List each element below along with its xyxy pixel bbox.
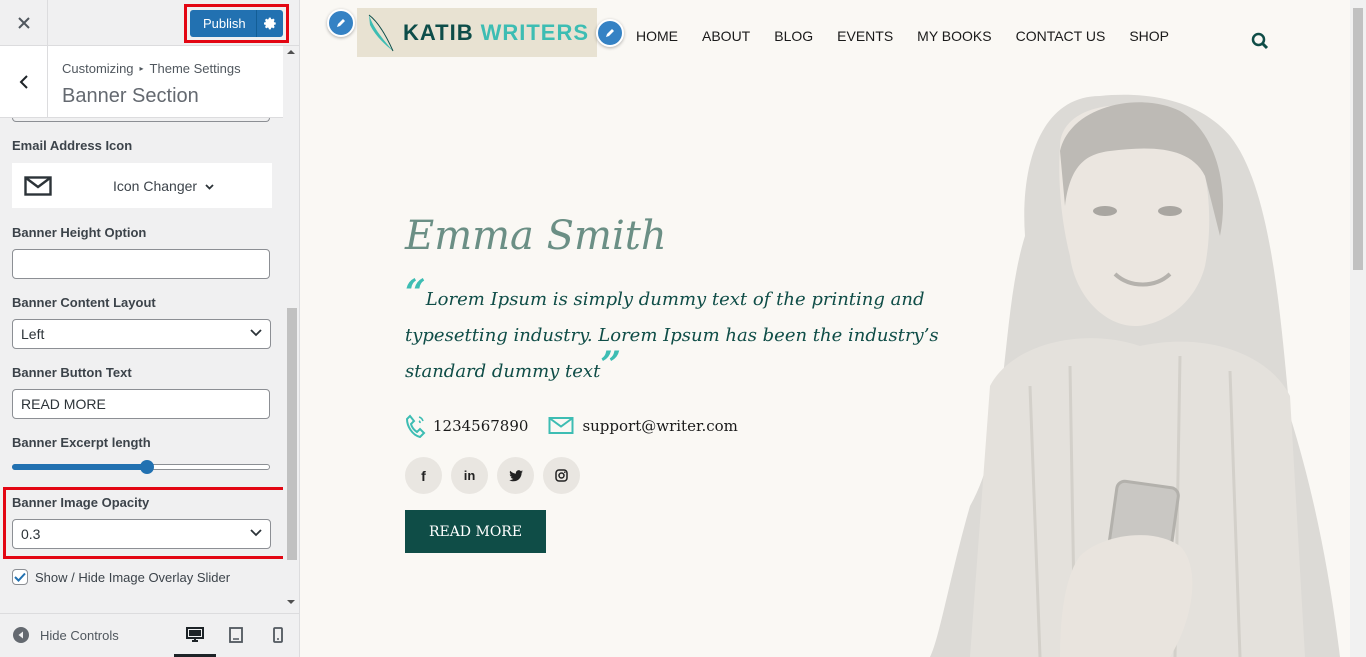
content-layout-value: Left	[21, 326, 45, 342]
hero-name: Emma Smith	[405, 213, 667, 259]
publish-label: Publish	[203, 16, 246, 31]
twitter-icon[interactable]	[497, 457, 534, 494]
nav-shop[interactable]: SHOP	[1129, 28, 1169, 44]
nav-about[interactable]: ABOUT	[702, 28, 750, 44]
close-icon	[17, 17, 30, 29]
breadcrumb-current: Theme Settings	[149, 61, 241, 76]
email-icon-changer[interactable]: Icon Changer	[12, 163, 272, 208]
envelope-icon	[548, 417, 574, 434]
social-links: f in	[405, 457, 589, 494]
tablet-icon	[229, 627, 243, 643]
nav-contact-us[interactable]: CONTACT US	[1016, 28, 1106, 44]
hide-controls-button[interactable]: Hide Controls	[13, 627, 119, 643]
mobile-icon	[273, 627, 283, 643]
section-header: Customizing ▸ Theme Settings Banner Sectio…	[0, 46, 283, 118]
content-layout-label: Banner Content Layout	[12, 295, 156, 310]
email-address[interactable]: support@writer.com	[582, 417, 737, 435]
chevron-left-icon	[19, 75, 28, 89]
checkmark-icon	[14, 572, 26, 582]
section-title: Banner Section	[62, 85, 199, 107]
hero-quote-text: Lorem Ipsum is simply dummy text of the …	[405, 289, 939, 382]
banner-height-label: Banner Height Option	[12, 225, 147, 240]
read-more-button[interactable]: READ MORE	[405, 510, 546, 553]
sidebar-scrollbar[interactable]	[283, 46, 299, 613]
logo-word-2: WRITERS	[480, 19, 590, 45]
edit-shortcut-logo-button[interactable]	[327, 9, 355, 37]
previous-field-edge	[12, 118, 270, 122]
scrollbar-thumb[interactable]	[287, 308, 297, 560]
collapse-arrow-icon	[13, 627, 29, 643]
publish-highlight-box: Publish	[184, 4, 289, 43]
chevron-down-icon	[250, 529, 262, 537]
gear-icon	[263, 17, 276, 30]
open-quote-icon: “	[405, 272, 426, 314]
hide-controls-label: Hide Controls	[40, 627, 119, 643]
slider-fill	[12, 464, 146, 470]
primary-navigation: HOME ABOUT BLOG EVENTS MY BOOKS CONTACT …	[636, 28, 1193, 44]
close-customizer-button[interactable]	[0, 0, 48, 46]
scroll-down-arrow-icon[interactable]	[287, 600, 295, 604]
nav-events[interactable]: EVENTS	[837, 28, 893, 44]
nav-home[interactable]: HOME	[636, 28, 678, 44]
scroll-up-arrow-icon[interactable]	[287, 50, 295, 54]
phone-number[interactable]: 1234567890	[433, 417, 528, 435]
overlay-checkbox-label: Show / Hide Image Overlay Slider	[35, 569, 231, 585]
hero-quote: “Lorem Ipsum is simply dummy text of the…	[405, 275, 1025, 390]
banner-height-input[interactable]	[12, 249, 270, 279]
envelope-icon	[12, 175, 64, 196]
slider-thumb[interactable]	[140, 460, 154, 474]
email-icon-label: Email Address Icon	[12, 138, 133, 153]
edit-shortcut-menu-button[interactable]	[596, 19, 624, 47]
image-opacity-select[interactable]: 0.3	[12, 519, 271, 549]
instagram-icon[interactable]	[543, 457, 580, 494]
preview-scrollbar-thumb[interactable]	[1353, 8, 1363, 270]
button-text-label: Banner Button Text	[12, 365, 132, 380]
pencil-icon	[606, 29, 614, 37]
mobile-preview-button[interactable]	[267, 624, 289, 646]
customizer-sidebar: Publish Customizing ▸ Theme Settings Banne…	[0, 0, 300, 657]
site-logo[interactable]: KATIB WRITERS	[357, 8, 597, 57]
excerpt-length-label: Banner Excerpt length	[12, 435, 151, 450]
tablet-preview-button[interactable]	[225, 624, 247, 646]
icon-changer-label: Icon Changer	[113, 177, 198, 194]
controls-panel: Email Address Icon Icon Changer Banner H…	[0, 118, 283, 613]
contact-info: 1234567890 support@writer.com	[405, 414, 738, 438]
image-opacity-value: 0.3	[21, 526, 41, 542]
nav-blog[interactable]: BLOG	[774, 28, 813, 44]
pencil-icon	[337, 19, 345, 27]
desktop-icon	[186, 627, 204, 642]
linkedin-icon[interactable]: in	[451, 457, 488, 494]
preview-scrollbar[interactable]	[1350, 0, 1366, 657]
breadcrumb-root: Customizing	[62, 61, 134, 76]
logo-word-1: KATIB	[403, 19, 474, 45]
customizer-header: Publish	[0, 0, 299, 46]
back-button[interactable]	[0, 46, 48, 118]
search-icon[interactable]	[1251, 32, 1269, 55]
chevron-down-icon	[250, 329, 262, 337]
close-quote-icon: ”	[600, 344, 622, 386]
chevron-down-icon	[205, 177, 214, 195]
facebook-icon[interactable]: f	[405, 457, 442, 494]
image-opacity-label: Banner Image Opacity	[12, 495, 150, 510]
excerpt-length-slider[interactable]	[12, 460, 270, 474]
publish-button[interactable]: Publish	[190, 10, 283, 37]
checkbox-box[interactable]	[12, 569, 28, 585]
overlay-slider-checkbox[interactable]: Show / Hide Image Overlay Slider	[12, 569, 230, 585]
customizer-footer: Hide Controls	[0, 613, 299, 657]
feather-icon	[368, 14, 394, 51]
desktop-preview-button[interactable]	[184, 624, 206, 646]
site-preview: KATIB WRITERS HOME ABOUT BLOG EVENTS MY …	[300, 0, 1350, 657]
breadcrumb: Customizing ▸ Theme Settings	[62, 61, 241, 76]
button-text-input[interactable]: READ MORE	[12, 389, 270, 419]
content-layout-select[interactable]: Left	[12, 319, 271, 349]
publish-settings-button[interactable]	[256, 10, 283, 37]
nav-my-books[interactable]: MY BOOKS	[917, 28, 991, 44]
phone-icon	[405, 414, 426, 438]
breadcrumb-separator-icon: ▸	[139, 64, 144, 73]
